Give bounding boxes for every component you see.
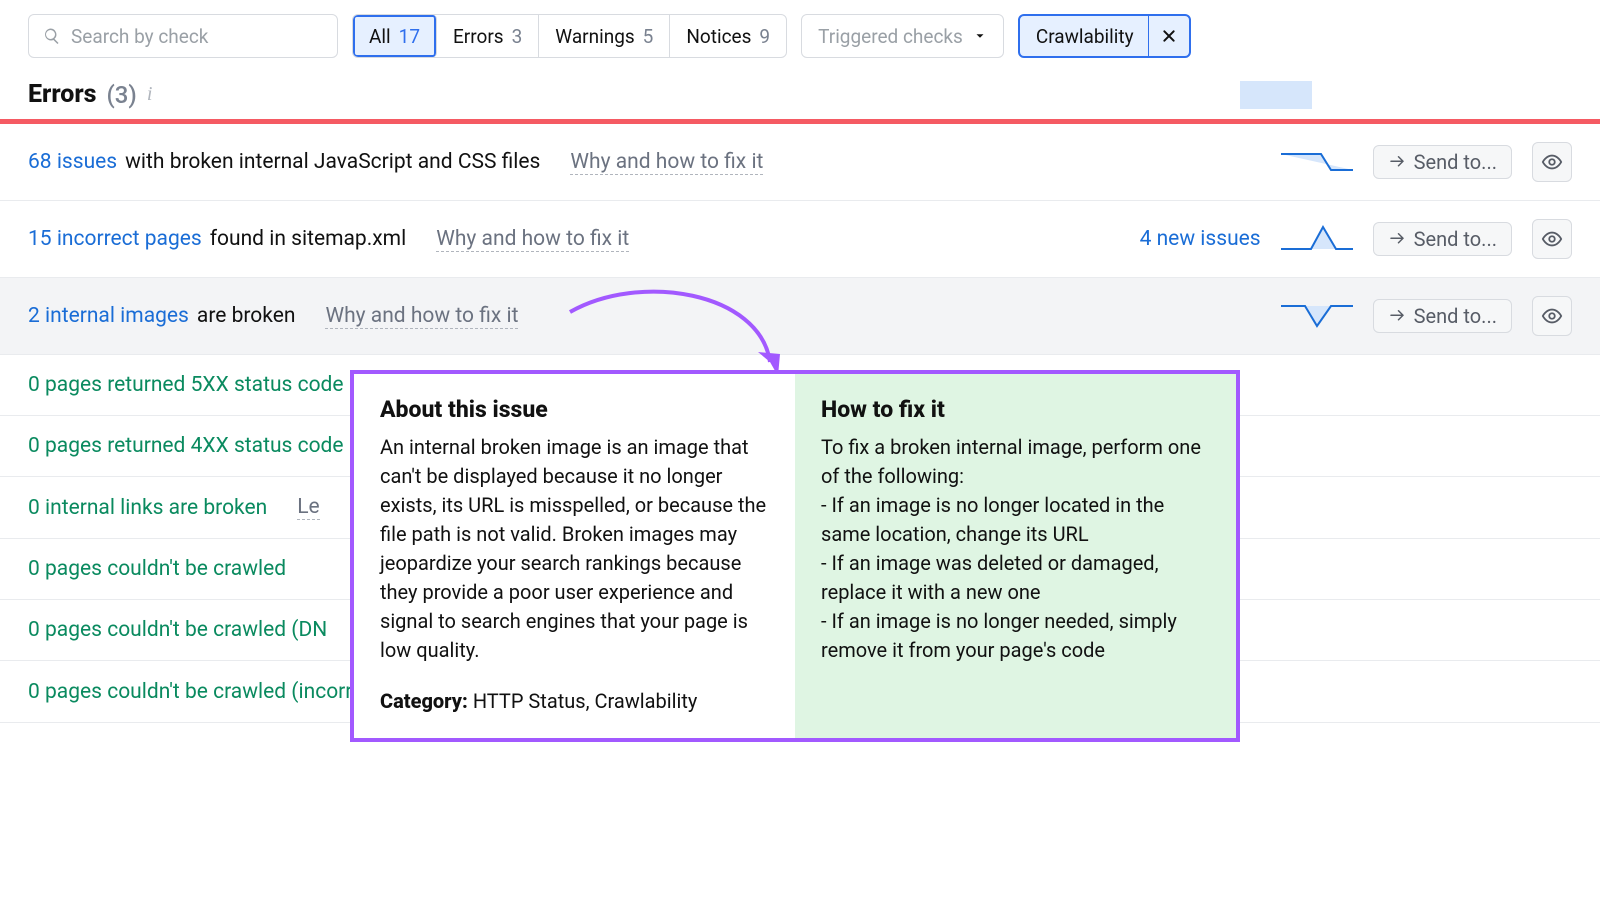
eye-icon bbox=[1541, 228, 1563, 250]
eye-icon bbox=[1541, 305, 1563, 327]
chevron-down-icon bbox=[973, 29, 987, 43]
popover-about-body: An internal broken image is an image tha… bbox=[380, 433, 769, 665]
tab-errors[interactable]: Errors 3 bbox=[437, 15, 539, 57]
popover-fix-intro: To fix a broken internal image, perform … bbox=[821, 433, 1210, 491]
search-placeholder: Search by check bbox=[71, 25, 208, 48]
why-and-how-link[interactable]: Why and how to fix it bbox=[325, 304, 518, 329]
filter-tabs: All 17 Errors 3 Warnings 5 Notices 9 bbox=[352, 14, 787, 58]
share-arrow-icon bbox=[1388, 230, 1406, 248]
send-to-button[interactable]: Send to... bbox=[1373, 222, 1512, 256]
send-to-button[interactable]: Send to... bbox=[1373, 299, 1512, 333]
issue-row: 68 issues with broken internal JavaScript… bbox=[0, 124, 1600, 201]
view-button[interactable] bbox=[1532, 296, 1572, 336]
learn-more-link[interactable]: Le bbox=[297, 495, 319, 520]
issue-link[interactable]: 68 issues bbox=[28, 150, 117, 174]
section-title: Errors bbox=[28, 80, 96, 109]
issue-description: found in sitemap.xml bbox=[210, 227, 406, 251]
popover-category: Category: HTTP Status, Crawlability bbox=[380, 687, 769, 716]
issue-link[interactable]: 0 internal links are broken bbox=[28, 496, 267, 520]
view-button[interactable] bbox=[1532, 219, 1572, 259]
toolbar: Search by check All 17 Errors 3 Warnings… bbox=[0, 0, 1600, 76]
tab-notices[interactable]: Notices 9 bbox=[670, 15, 786, 57]
share-arrow-icon bbox=[1388, 153, 1406, 171]
popover-fix-item: - If an image is no longer needed, simpl… bbox=[821, 607, 1210, 665]
issue-sparkline bbox=[1281, 300, 1353, 332]
issue-link[interactable]: 0 pages couldn't be crawled bbox=[28, 557, 286, 581]
issue-row: 2 internal images are broken Why and how t… bbox=[0, 278, 1600, 355]
info-icon[interactable]: i bbox=[147, 83, 153, 106]
search-icon bbox=[43, 27, 61, 45]
filter-chip-crawlability[interactable]: Crawlability bbox=[1018, 14, 1191, 58]
eye-icon bbox=[1541, 151, 1563, 173]
popover-fix-title: How to fix it bbox=[821, 396, 1210, 423]
close-icon bbox=[1161, 28, 1177, 44]
issue-link[interactable]: 0 pages couldn't be crawled (DN bbox=[28, 618, 327, 642]
issue-details-popover: About this issue An internal broken imag… bbox=[350, 370, 1240, 742]
issue-link[interactable]: 15 incorrect pages bbox=[28, 227, 202, 251]
send-to-button[interactable]: Send to... bbox=[1373, 145, 1512, 179]
popover-howtofix: How to fix it To fix a broken internal i… bbox=[795, 374, 1236, 738]
issue-text: 68 issues with broken internal JavaScript… bbox=[28, 150, 1091, 175]
issue-row: 15 incorrect pages found in sitemap.xml Wh… bbox=[0, 201, 1600, 278]
tab-all[interactable]: All 17 bbox=[353, 15, 437, 57]
tab-warnings[interactable]: Warnings 5 bbox=[539, 15, 670, 57]
popover-about-title: About this issue bbox=[380, 396, 769, 423]
issue-description: with broken internal JavaScript and CSS … bbox=[125, 150, 540, 174]
issue-link[interactable]: 0 pages returned 4XX status code bbox=[28, 434, 344, 458]
issue-link[interactable]: 0 pages returned 5XX status code bbox=[28, 373, 344, 397]
new-issues-count[interactable]: 4 new issues bbox=[1111, 227, 1261, 251]
search-input[interactable]: Search by check bbox=[28, 14, 338, 58]
issue-text: 15 incorrect pages found in sitemap.xml Wh… bbox=[28, 227, 1091, 252]
share-arrow-icon bbox=[1388, 307, 1406, 325]
issue-text: 2 internal images are broken Why and how t… bbox=[28, 304, 1091, 329]
popover-fix-item: - If an image is no longer located in th… bbox=[821, 491, 1210, 549]
section-count: (3) bbox=[106, 81, 136, 109]
why-and-how-link[interactable]: Why and how to fix it bbox=[570, 150, 763, 175]
issue-description: are broken bbox=[197, 304, 296, 328]
issue-sparkline bbox=[1281, 223, 1353, 255]
popover-about: About this issue An internal broken imag… bbox=[354, 374, 795, 738]
issue-link[interactable]: 2 internal images bbox=[28, 304, 189, 328]
why-and-how-link[interactable]: Why and how to fix it bbox=[436, 227, 629, 252]
triggered-checks-dropdown[interactable]: Triggered checks bbox=[801, 14, 1004, 58]
view-button[interactable] bbox=[1532, 142, 1572, 182]
issue-sparkline bbox=[1281, 146, 1353, 178]
popover-fix-item: - If an image was deleted or damaged, re… bbox=[821, 549, 1210, 607]
chip-close-button[interactable] bbox=[1148, 16, 1189, 56]
section-header: Errors (3) i bbox=[0, 76, 1600, 119]
section-sparkline bbox=[1240, 81, 1312, 109]
